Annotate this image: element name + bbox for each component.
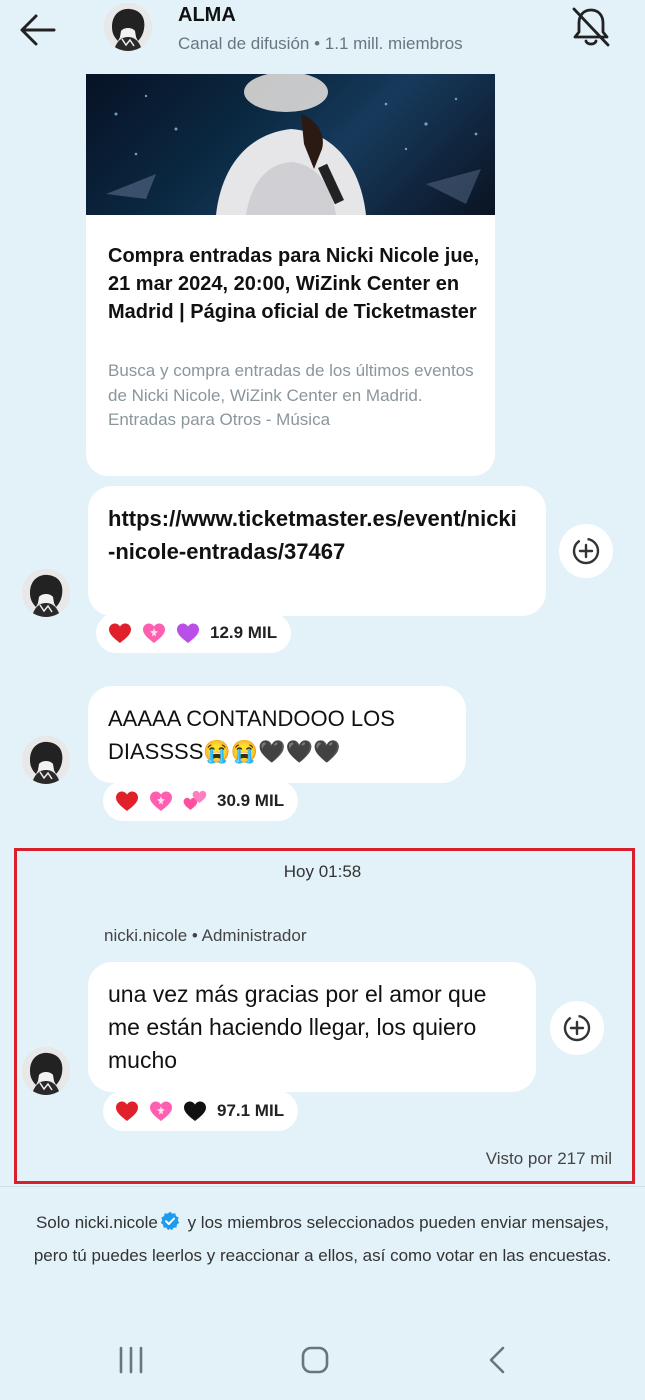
avatar[interactable] [22, 736, 70, 784]
red-heart-icon [116, 791, 138, 811]
seen-by-count[interactable]: Visto por 217 mil [486, 1149, 612, 1169]
message-bubble[interactable]: AAAAA CONTANDOOO LOS DIASSSS😭😭🖤🖤🖤 [88, 686, 466, 783]
nav-back-icon[interactable] [478, 1340, 518, 1380]
system-nav-bar [0, 1320, 645, 1400]
forward-button[interactable] [559, 524, 613, 578]
channel-info[interactable]: Canal de difusión • 1.1 mill. miembros [178, 34, 463, 54]
link-preview-image [86, 74, 495, 215]
share-icon [572, 537, 600, 565]
message-text: AAAAA CONTANDOOO LOS DIASSSS😭😭🖤🖤🖤 [108, 706, 395, 764]
pink-heart-icon [150, 1101, 172, 1121]
message-timestamp: Hoy 01:58 [283, 862, 362, 881]
channel-name[interactable]: ALMA [178, 4, 236, 27]
message-link[interactable]: https://www.ticketmaster.es/event/nicki-… [108, 502, 518, 568]
reaction-count: 12.9 MIL [210, 623, 278, 642]
black-heart-icon [184, 1101, 206, 1121]
pink-heart-icon [143, 623, 165, 643]
reactions-pill[interactable]: 30.9 MIL [103, 781, 299, 821]
red-heart-icon [116, 1101, 138, 1121]
forward-button[interactable] [550, 1001, 604, 1055]
avatar[interactable] [22, 569, 70, 617]
message-bubble[interactable]: una vez más gracias por el amor que me e… [88, 962, 536, 1092]
reactions-pill[interactable]: 97.1 MIL [103, 1091, 299, 1131]
verified-badge-icon [160, 1211, 180, 1231]
home-icon[interactable] [295, 1340, 335, 1380]
link-preview-description: Busca y compra entradas de los últimos e… [108, 361, 474, 429]
share-icon [563, 1014, 591, 1042]
purple-heart-icon [177, 623, 199, 643]
reactions-pill[interactable]: 12.9 MIL [96, 613, 292, 653]
notice-text-start: Solo nicki.nicole [35, 1213, 158, 1232]
bell-off-icon[interactable] [566, 4, 616, 50]
red-heart-icon [109, 623, 131, 643]
link-preview-title: Compra entradas para Nicki Nicole jue, 2… [108, 245, 480, 323]
reaction-count: 97.1 MIL [217, 1101, 285, 1120]
message-bubble[interactable]: https://www.ticketmaster.es/event/nicki-… [88, 486, 546, 616]
sender-label[interactable]: nicki.nicole • Administrador [104, 926, 306, 946]
channel-header: ALMA Canal de difusión • 1.1 mill. miemb… [0, 0, 645, 66]
divider [0, 1186, 645, 1187]
pink-heart-icon [150, 791, 172, 811]
link-preview-card[interactable]: Compra entradas para Nicki Nicole jue, 2… [86, 74, 495, 476]
channel-avatar[interactable] [104, 3, 152, 51]
message-text: una vez más gracias por el amor que me e… [108, 981, 487, 1073]
recent-apps-icon[interactable] [111, 1340, 151, 1380]
channel-notice: Solo nicki.nicole y los miembros selecci… [20, 1206, 625, 1272]
reaction-count: 30.9 MIL [217, 791, 285, 810]
two-hearts-icon [183, 790, 207, 811]
arrow-left-icon[interactable] [16, 10, 60, 50]
avatar[interactable] [22, 1047, 70, 1095]
